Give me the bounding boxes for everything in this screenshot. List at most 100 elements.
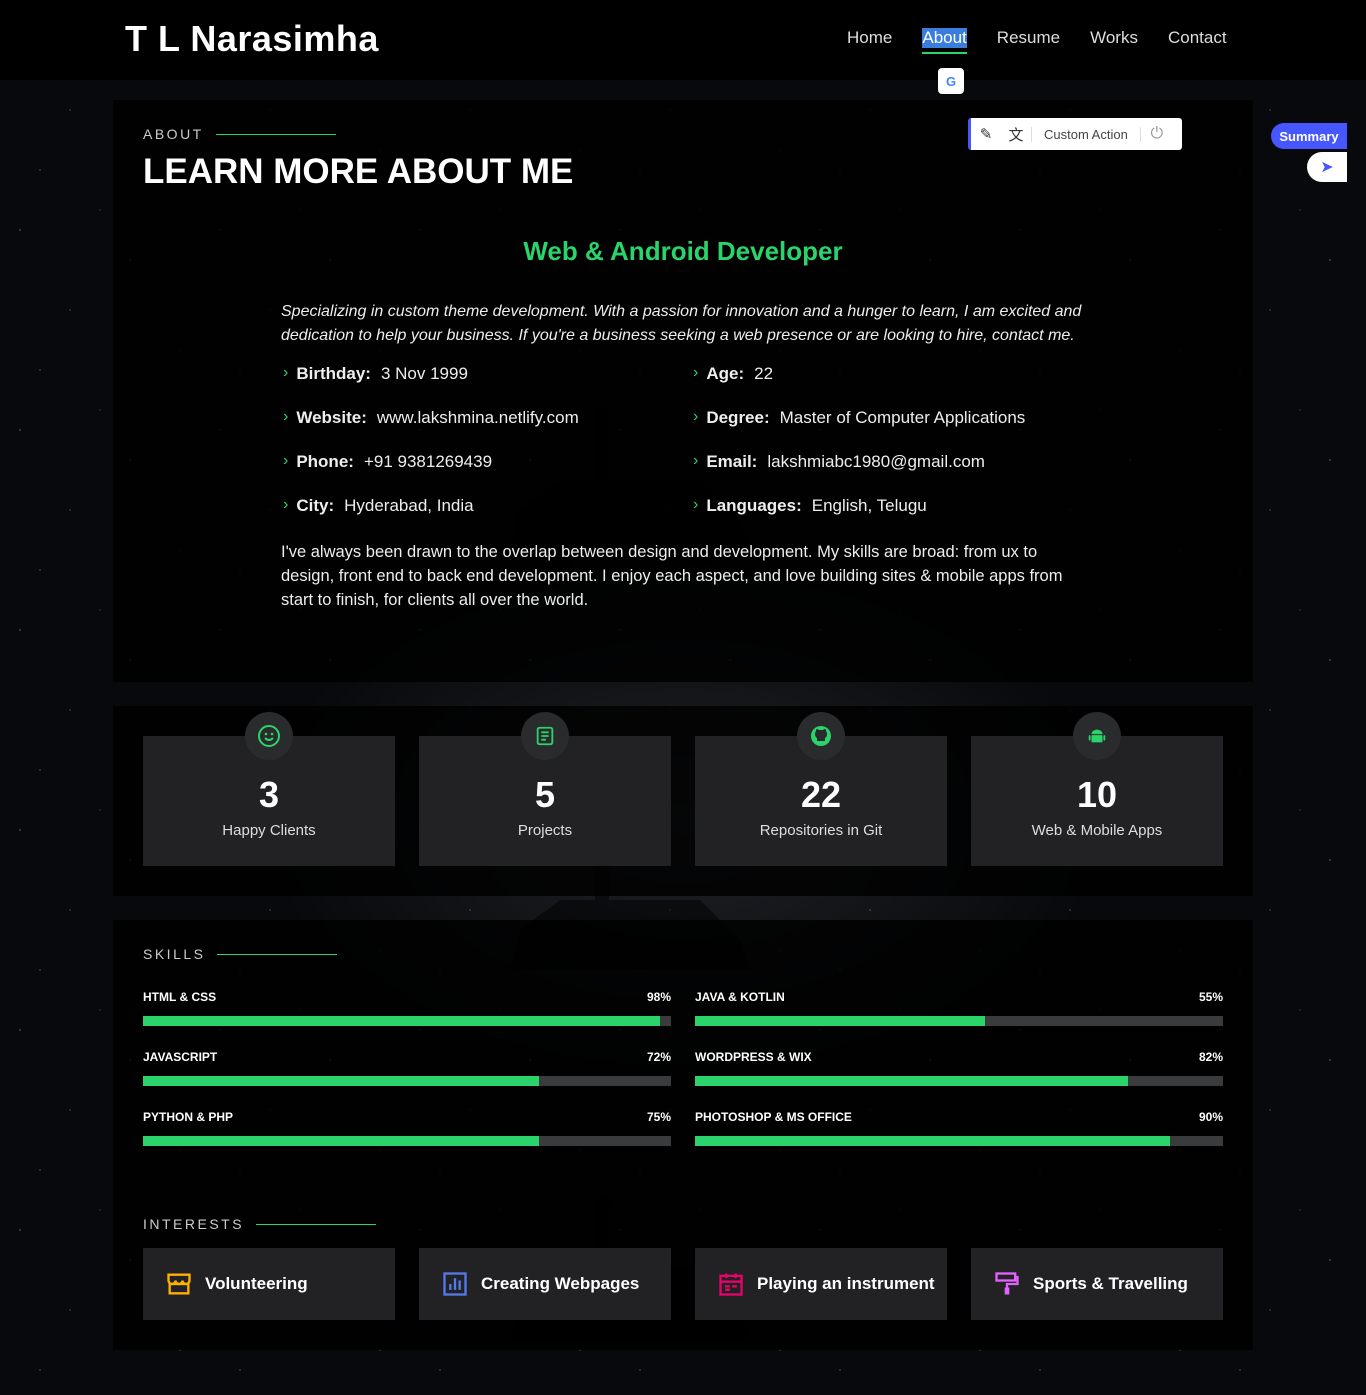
skill-item: HTML & CSS 98% xyxy=(143,990,671,1026)
interest-label: Volunteering xyxy=(205,1274,308,1293)
skill-progress-bar xyxy=(143,1016,671,1026)
info-website: › Website: www.lakshmina.netlify.com xyxy=(283,408,579,427)
skill-name: PHOTOSHOP & MS OFFICE xyxy=(695,1110,852,1124)
rocket-icon[interactable]: ➤ xyxy=(1307,152,1347,182)
nav-contact[interactable]: Contact xyxy=(1168,28,1227,48)
stat-card: 10 Web & Mobile Apps xyxy=(971,712,1223,866)
skill-progress-bar xyxy=(695,1076,1223,1086)
skill-progress-bar xyxy=(695,1136,1223,1146)
skills-section-label: SKILLS xyxy=(143,946,338,962)
skill-progress-fill xyxy=(143,1016,661,1026)
stat-number: 3 xyxy=(258,774,280,815)
skill-name: PYTHON & PHP xyxy=(143,1110,234,1124)
personal-info-list: › Birthday: 3 Nov 1999 › Age: 22 › Website: ww… xyxy=(283,364,1103,540)
info-age: › Age: 22 xyxy=(693,364,774,383)
info-languages: › Languages: English, Telugu xyxy=(693,496,927,515)
site-logo[interactable]: T L Narasimha xyxy=(125,18,379,60)
interest-label: Creating Webpages xyxy=(481,1274,640,1293)
stat-number: 10 xyxy=(1076,774,1118,815)
info-city: › City: Hyderabad, India xyxy=(283,496,474,515)
about-title: LEARN MORE ABOUT ME xyxy=(143,152,574,191)
skill-name: WORDPRESS & WIX xyxy=(695,1050,812,1064)
stat-label: Repositories in Git xyxy=(759,822,883,839)
skill-name: HTML & CSS xyxy=(143,990,217,1004)
section-divider xyxy=(256,1223,377,1225)
skill-progress-fill xyxy=(143,1076,539,1086)
stat-label: Web & Mobile Apps xyxy=(1031,822,1163,839)
google-translate-icon[interactable]: G xyxy=(938,68,964,94)
translate-icon[interactable]: 文 xyxy=(1001,124,1031,145)
skill-percent: 98% xyxy=(646,990,671,1004)
interests-section-label: INTERESTS xyxy=(143,1216,377,1232)
skill-progress-bar xyxy=(695,1016,1223,1026)
stat-number: 22 xyxy=(800,774,842,815)
summary-button[interactable]: Summary xyxy=(1271,123,1347,149)
document-list-icon xyxy=(521,712,569,760)
site-header: T L Narasimha Home About Resume Works Co… xyxy=(0,0,1366,94)
highlighter-icon[interactable]: ✎ xyxy=(971,125,1001,143)
chevron-right-icon: › xyxy=(283,496,289,513)
chevron-right-icon: › xyxy=(693,452,699,469)
stat-card: 5 Projects xyxy=(419,712,671,866)
interest-card[interactable]: Playing an instrument xyxy=(695,1248,947,1320)
extension-toolbar: ✎ 文 Custom Action ⏻ xyxy=(968,118,1182,150)
skill-progress-fill xyxy=(695,1136,1171,1146)
role-title: Web & Android Developer xyxy=(523,236,843,266)
skill-item: JAVA & KOTLIN 55% xyxy=(695,990,1223,1026)
info-email: › Email: lakshmiabc1980@gmail.com xyxy=(693,452,985,471)
skill-item: PHOTOSHOP & MS OFFICE 90% xyxy=(695,1110,1223,1146)
github-icon xyxy=(797,712,845,760)
custom-action-button[interactable]: Custom Action xyxy=(1031,126,1141,142)
android-icon xyxy=(1073,712,1121,760)
info-birthday: › Birthday: 3 Nov 1999 xyxy=(283,364,468,383)
nav-resume[interactable]: Resume xyxy=(997,28,1060,48)
interest-card[interactable]: Sports & Travelling xyxy=(971,1248,1223,1320)
interest-card[interactable]: Creating Webpages xyxy=(419,1248,671,1320)
info-degree: › Degree: Master of Computer Applications xyxy=(693,408,1026,427)
skill-progress-fill xyxy=(143,1136,539,1146)
skills-section: SKILLS HTML & CSS 98% JAVA & KOTLIN 55% JA… xyxy=(113,920,1253,1350)
interest-card[interactable]: Volunteering xyxy=(143,1248,395,1320)
skill-progress-bar xyxy=(143,1076,671,1086)
nav-home[interactable]: Home xyxy=(847,28,892,48)
intro-text: Specializing in custom theme development… xyxy=(281,303,1082,344)
chevron-right-icon: › xyxy=(693,364,699,381)
nav-works[interactable]: Works xyxy=(1090,28,1138,48)
section-divider xyxy=(217,953,338,955)
skill-item: WORDPRESS & WIX 82% xyxy=(695,1050,1223,1086)
bio-text: I've always been drawn to the overlap be… xyxy=(281,543,1063,609)
skill-percent: 72% xyxy=(646,1050,671,1064)
info-phone: › Phone: +91 9381269439 xyxy=(283,452,493,471)
about-section-label: ABOUT xyxy=(143,126,336,142)
chevron-right-icon: › xyxy=(693,496,699,513)
chevron-right-icon: › xyxy=(693,408,699,425)
skill-percent: 90% xyxy=(1198,1110,1223,1124)
bar-chart-icon xyxy=(441,1270,469,1298)
power-icon[interactable]: ⏻ xyxy=(1141,125,1173,143)
skill-item: PYTHON & PHP 75% xyxy=(143,1110,671,1146)
stat-label: Projects xyxy=(517,822,573,839)
skill-item: JAVASCRIPT 72% xyxy=(143,1050,671,1086)
stat-label: Happy Clients xyxy=(222,822,316,839)
stats-section: 3 Happy Clients 5 Projects 22 Repositori… xyxy=(113,706,1253,896)
store-icon xyxy=(165,1270,193,1298)
paint-roller-icon xyxy=(993,1270,1021,1298)
main-nav: Home About Resume Works Contact xyxy=(847,28,1227,54)
skill-percent: 75% xyxy=(646,1110,671,1124)
skill-progress-fill xyxy=(695,1016,986,1026)
skill-progress-fill xyxy=(695,1076,1128,1086)
skill-percent: 82% xyxy=(1198,1050,1223,1064)
stat-number: 5 xyxy=(534,774,556,815)
nav-about[interactable]: About xyxy=(922,28,968,54)
chevron-right-icon: › xyxy=(283,364,289,381)
section-divider xyxy=(215,133,336,135)
skill-name: JAVASCRIPT xyxy=(143,1050,218,1064)
interest-label: Playing an instrument xyxy=(757,1274,935,1293)
skill-name: JAVA & KOTLIN xyxy=(695,990,785,1004)
skill-percent: 55% xyxy=(1198,990,1223,1004)
interest-label: Sports & Travelling xyxy=(1033,1274,1188,1293)
skill-progress-bar xyxy=(143,1136,671,1146)
chevron-right-icon: › xyxy=(283,408,289,425)
smiley-icon xyxy=(245,712,293,760)
stat-card: 22 Repositories in Git xyxy=(695,712,947,866)
